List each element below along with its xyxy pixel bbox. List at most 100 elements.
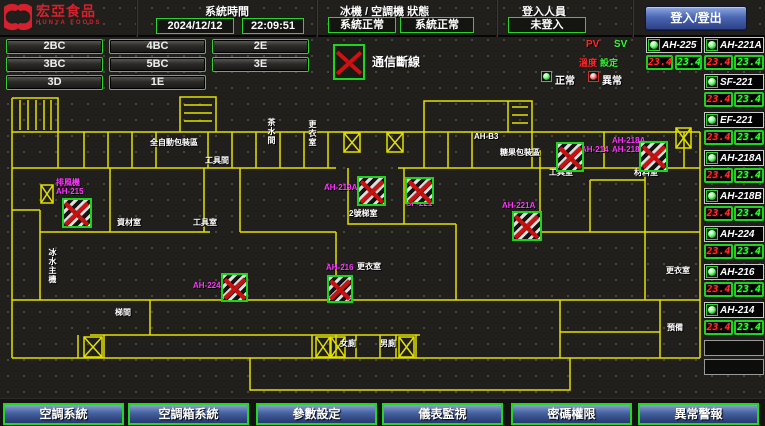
sv-value: 23.4 (734, 320, 764, 335)
equipment-ah-218a[interactable]: AH-218A (704, 150, 764, 166)
nav-ahu-system-button[interactable]: 空調箱系統 (128, 403, 249, 425)
comm-loss-device-icon[interactable] (556, 142, 584, 172)
normal-legend-label: 正常 (555, 72, 575, 87)
floor-plan-walls (0, 92, 703, 396)
equipment-name: AH-218B (720, 191, 762, 202)
status-led-icon (706, 266, 718, 278)
nav-parameter-set-button[interactable]: 參數設定 (256, 403, 377, 425)
room-label: 更衣室 (357, 262, 381, 271)
status-led-icon (648, 39, 660, 51)
pv-value: 23.4 (704, 168, 733, 183)
zone-button-3e[interactable]: 3E (212, 57, 309, 72)
room-label: 全自動包裝區 (150, 138, 198, 147)
pv-value: 23.4 (704, 92, 733, 107)
comm-loss-device-icon[interactable] (639, 141, 668, 172)
sv-value: 23.4 (734, 168, 764, 183)
equipment-tag-label: AH-219A (324, 183, 357, 192)
status-led-icon (706, 76, 718, 88)
nav-hvac-system-button[interactable]: 空調系統 (3, 403, 124, 425)
equipment-tag-label: AH-221A (502, 201, 535, 210)
hunya-logo-icon (4, 2, 32, 32)
brand-logo: 宏亞食品 HUNYA FOODS (4, 2, 102, 32)
divider (632, 0, 634, 37)
equipment-ah-216[interactable]: AH-216 (704, 264, 764, 280)
pv-value: 23.4 (704, 282, 733, 297)
sv-value: 23.4 (734, 55, 764, 70)
brand-sub: HUNYA FOODS (36, 17, 102, 29)
zone-button-5bc[interactable]: 5BC (109, 57, 206, 72)
equipment-ef-221[interactable]: EF-221 (704, 112, 764, 128)
comm-loss-device-icon[interactable] (405, 177, 434, 204)
zone-button-1e[interactable]: 1E (109, 75, 206, 90)
normal-led-icon (541, 71, 552, 82)
pv-legend-label: PV (586, 39, 599, 50)
comm-loss-device-icon[interactable] (512, 211, 542, 241)
equipment-name: SF-221 (720, 77, 753, 88)
comm-loss-device-icon[interactable] (357, 176, 386, 206)
zone-button-3bc[interactable]: 3BC (6, 57, 103, 72)
comm-loss-device-icon[interactable] (327, 275, 353, 303)
status-led-icon (706, 190, 718, 202)
status-led-icon (706, 304, 718, 316)
room-label: 冰水主機 (48, 248, 57, 284)
room-label: 資材室 (117, 218, 141, 227)
temp-legend-label: 溫度 (579, 56, 597, 69)
sv-value: 23.4 (734, 206, 764, 221)
login-logout-button[interactable]: 登入/登出 (645, 6, 747, 31)
system-time-title: 系統時間 (205, 3, 249, 19)
equipment-ah-214[interactable]: AH-214 (704, 302, 764, 318)
equipment-name: AH-224 (720, 229, 754, 240)
empty-equipment-slot (704, 340, 764, 356)
setpoint-legend-label: 設定 (600, 56, 618, 69)
bottom-nav-bar: 空調系統 空調箱系統 參數設定 儀表監視 密碼權限 異常警報 (0, 398, 765, 426)
comm-loss-device-icon[interactable] (221, 273, 248, 302)
pv-value: 23.4 (704, 206, 733, 221)
room-label: 工具間 (205, 156, 229, 165)
equipment-sf-221[interactable]: SF-221 (704, 74, 764, 90)
room-label: 工具室 (193, 218, 217, 227)
equipment-tag-label: AH-216 (326, 263, 354, 272)
equipment-tag-label: 排風機 (56, 178, 80, 187)
header-bar: 宏亞食品 HUNYA FOODS 系統時間 2024/12/12 22:09:5… (0, 0, 765, 37)
equipment-name: AH-221A (720, 40, 762, 51)
nav-password-auth-button[interactable]: 密碼權限 (511, 403, 632, 425)
status-led-icon (706, 152, 718, 164)
equipment-ah-225[interactable]: AH-225 (646, 37, 702, 53)
zone-button-2bc[interactable]: 2BC (6, 39, 103, 54)
equipment-ah-221a[interactable]: AH-221A (704, 37, 764, 53)
pv-value: 23.4 (646, 55, 673, 70)
room-label: 更衣室 (666, 266, 690, 275)
equipment-ah-224[interactable]: AH-224 (704, 226, 764, 242)
room-label: 更衣室 (308, 120, 317, 147)
status-led-icon (706, 228, 718, 240)
empty-equipment-slot (704, 359, 764, 375)
comm-loss-device-icon[interactable] (62, 198, 92, 228)
sv-value: 23.4 (734, 130, 764, 145)
brand-text: 宏亞食品 HUNYA FOODS (36, 5, 102, 29)
zone-button-3d[interactable]: 3D (6, 75, 103, 90)
nav-meter-monitor-button[interactable]: 儀表監視 (382, 403, 503, 425)
nav-alarm-button[interactable]: 異常警報 (638, 403, 759, 425)
pv-value: 23.4 (704, 130, 733, 145)
equipment-name: AH-225 (662, 40, 696, 51)
equipment-name: AH-218A (720, 153, 762, 164)
sv-legend-label: SV (614, 39, 627, 50)
system-time-value: 22:09:51 (242, 18, 304, 34)
equipment-name: AH-216 (720, 267, 754, 278)
divider (496, 0, 498, 37)
equipment-name: EF-221 (720, 115, 753, 126)
comm-loss-label: 通信斷線 (372, 53, 420, 70)
equipment-name: AH-214 (720, 305, 754, 316)
room-label: 預備 (667, 323, 683, 332)
zone-button-2e[interactable]: 2E (212, 39, 309, 54)
equipment-ah-218b[interactable]: AH-218B (704, 188, 764, 204)
status-led-icon (706, 39, 718, 51)
pv-value: 23.4 (704, 320, 733, 335)
room-label: 2號梯室 (349, 209, 377, 218)
chiller-status-value: 系統正常 (328, 17, 396, 33)
room-label: 茶水間 (267, 118, 276, 145)
ahu-status-value: 系統正常 (400, 17, 474, 33)
pv-value: 23.4 (704, 55, 733, 70)
room-label: 女廁 (340, 339, 356, 348)
zone-button-4bc[interactable]: 4BC (109, 39, 206, 54)
